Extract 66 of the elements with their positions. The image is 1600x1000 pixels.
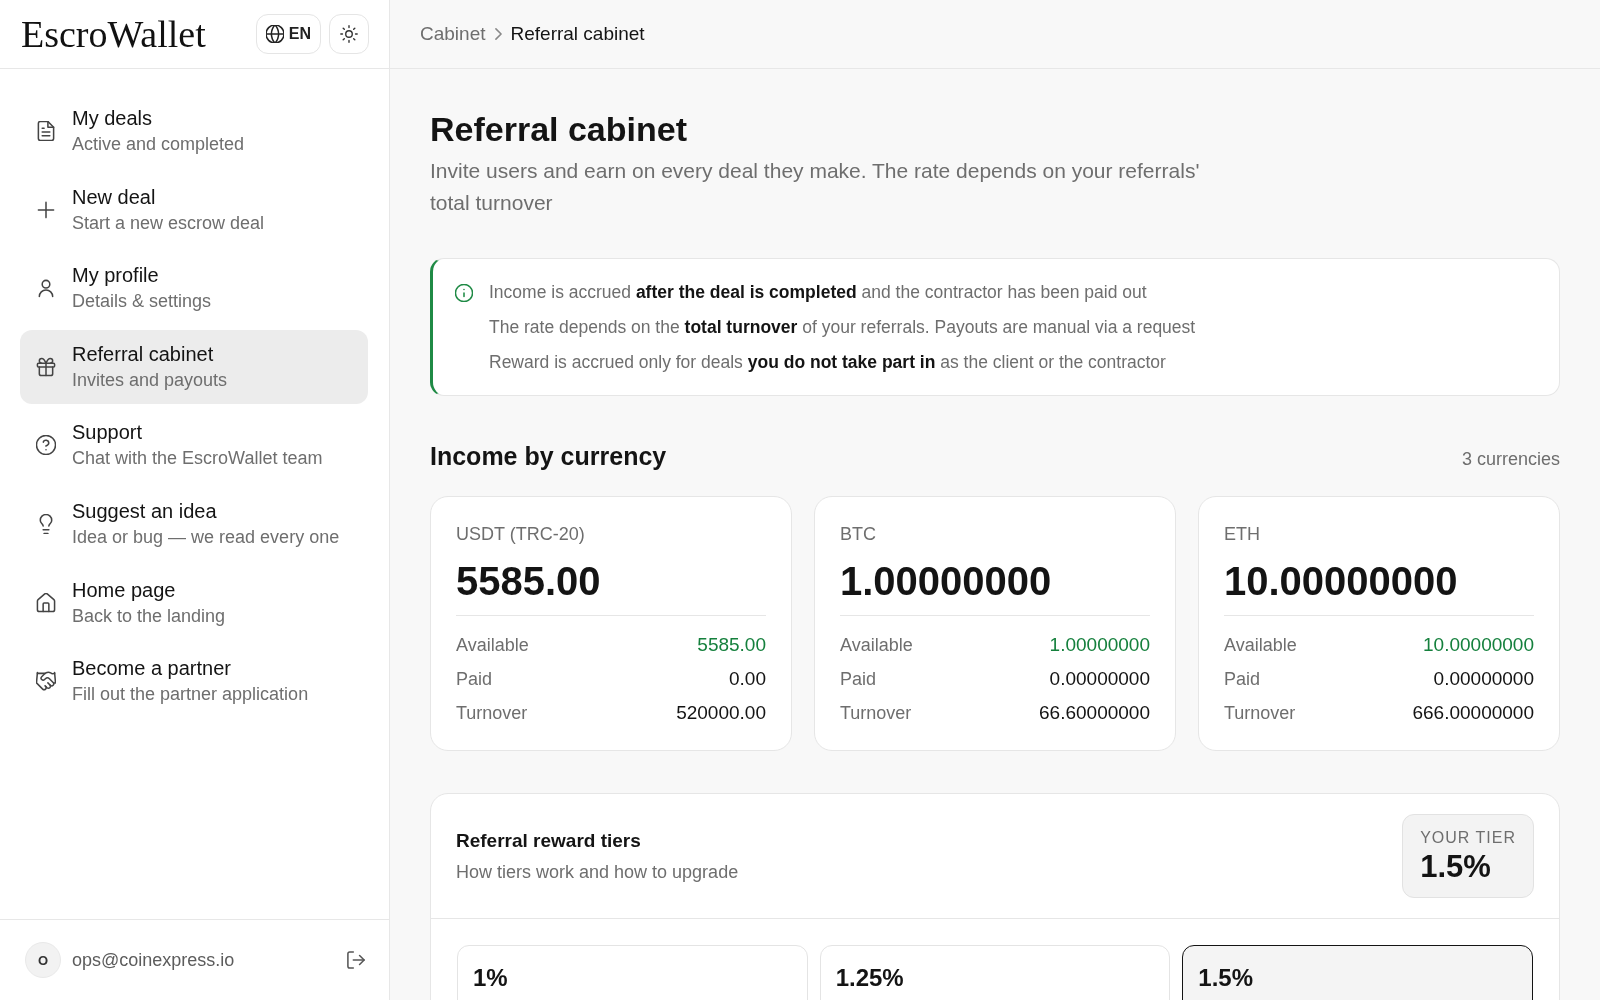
nav-item[interactable]: Home page Back to the landing bbox=[20, 565, 368, 640]
stat-value: 666.00000000 bbox=[1412, 701, 1534, 725]
help-icon bbox=[36, 435, 56, 456]
currency-name: USDT (TRC-20) bbox=[456, 523, 586, 546]
stat-label: Paid bbox=[840, 668, 877, 691]
info-note: The rate depends on the total turnover of your referrals. Payouts are manual via a request bbox=[489, 316, 1197, 339]
info-note: Income is accrued after the deal is completed and the contractor has been paid out bbox=[489, 281, 1148, 304]
person-icon bbox=[36, 278, 56, 299]
stat-value: 0.00000000 bbox=[1049, 667, 1150, 691]
user-avatar: O bbox=[25, 942, 61, 978]
page-title: Referral cabinet bbox=[430, 109, 688, 150]
stat-value: 0.00000000 bbox=[1433, 667, 1534, 691]
stat-label: Paid bbox=[1224, 668, 1261, 691]
page-subtitle: Invite users and earn on every deal they make. The rate depends on your referrals' total turnover bbox=[430, 158, 1201, 216]
plus-icon bbox=[36, 199, 56, 220]
chevron-right-icon bbox=[494, 28, 502, 40]
globe-icon bbox=[265, 25, 284, 43]
handshake-icon bbox=[36, 671, 56, 692]
stat-value: 10.00000000 bbox=[1423, 633, 1534, 657]
currency-total: 5585.00 bbox=[456, 558, 602, 605]
current-tier-value: 1.5% bbox=[1420, 849, 1492, 885]
currency-count: 3 currencies bbox=[1461, 449, 1560, 470]
tiers-subtitle: How tiers work and how to upgrade bbox=[456, 860, 739, 884]
current-tier-label: YOUR TIER bbox=[1420, 828, 1516, 848]
stat-value: 1.00000000 bbox=[1049, 633, 1150, 657]
stat-label: Available bbox=[1224, 634, 1297, 657]
user-email: ops@coinexpress.io bbox=[72, 949, 236, 971]
breadcrumb-link[interactable]: Cabinet bbox=[420, 23, 486, 45]
info-note: Reward is accrued only for deals you do not take part in as the client or the contractor bbox=[489, 351, 1167, 374]
section-title: Income by currency bbox=[430, 441, 667, 472]
stat-value: 66.60000000 bbox=[1039, 701, 1150, 725]
tier-card: 1.25% bbox=[819, 945, 1171, 1000]
stat-label: Paid bbox=[456, 668, 493, 691]
tiers-title: Referral reward tiers bbox=[456, 828, 642, 853]
nav-item[interactable]: Support Chat with the EscroWallet team bbox=[20, 408, 368, 483]
nav-item[interactable]: Referral cabinet Invites and payouts bbox=[20, 329, 368, 404]
logout-icon bbox=[347, 951, 365, 969]
logout-button[interactable] bbox=[347, 951, 365, 969]
language-button[interactable]: EN bbox=[255, 14, 321, 54]
info-icon bbox=[455, 283, 473, 302]
stat-value: 520000.00 bbox=[676, 701, 766, 725]
stat-label: Turnover bbox=[456, 702, 528, 725]
stat-label: Available bbox=[456, 634, 529, 657]
stat-label: Available bbox=[840, 634, 913, 657]
nav-item[interactable]: New deal Start a new escrow deal bbox=[20, 172, 368, 247]
document-icon bbox=[36, 121, 56, 141]
currency-name: ETH bbox=[1224, 523, 1261, 546]
tier-card: 1.5% bbox=[1182, 945, 1533, 1000]
breadcrumb-current: Referral cabinet bbox=[510, 23, 645, 45]
logo-text: EscroWallet bbox=[21, 12, 206, 56]
nav-item[interactable]: My profile Details & settings bbox=[20, 251, 368, 326]
currency-total: 10.00000000 bbox=[1224, 558, 1459, 605]
currency-total: 1.00000000 bbox=[840, 558, 1053, 605]
nav-item[interactable]: Become a partner Fill out the partner application bbox=[20, 644, 368, 719]
sun-icon bbox=[340, 25, 358, 43]
gift-icon bbox=[36, 356, 56, 377]
theme-toggle-button[interactable] bbox=[329, 14, 369, 54]
currency-name: BTC bbox=[840, 523, 877, 546]
stat-label: Turnover bbox=[840, 702, 912, 725]
stat-label: Turnover bbox=[1224, 702, 1296, 725]
home-icon bbox=[36, 592, 56, 613]
nav-item[interactable]: My deals Active and completed bbox=[20, 94, 368, 168]
stat-value: 5585.00 bbox=[697, 633, 766, 657]
tier-card: 1% bbox=[457, 945, 808, 1000]
stat-value: 0.00 bbox=[729, 667, 766, 691]
nav-item[interactable]: Suggest an idea Idea or bug — we read every one bbox=[20, 486, 368, 561]
